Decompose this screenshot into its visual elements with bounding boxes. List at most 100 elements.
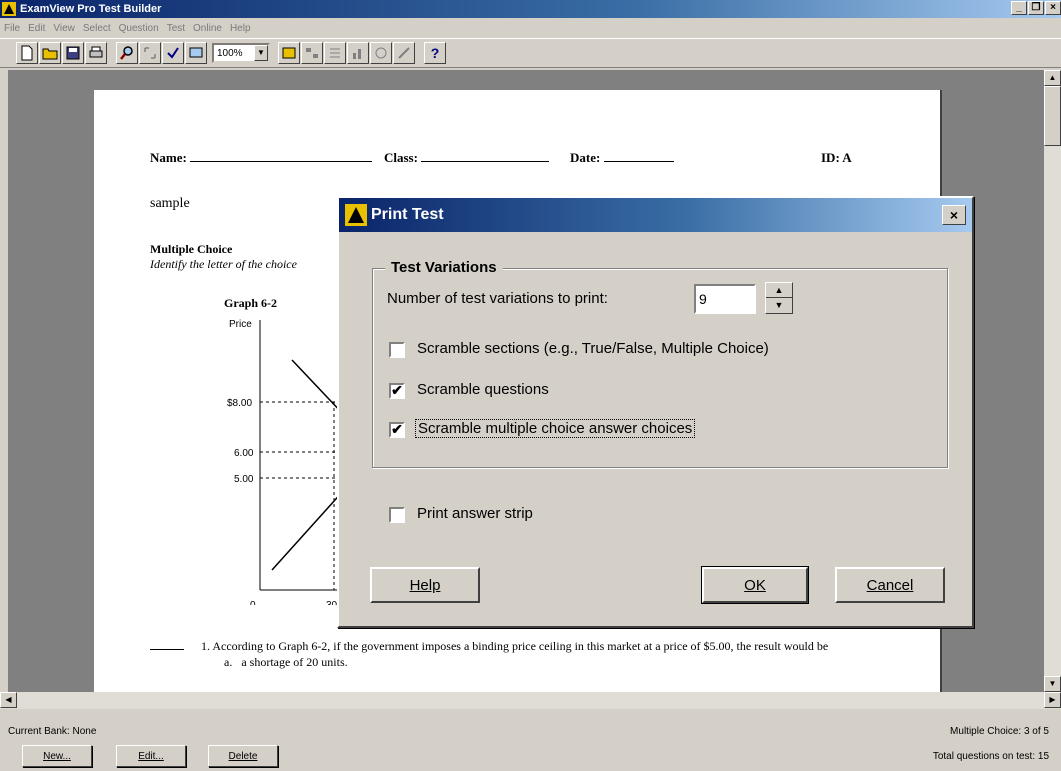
restore-button[interactable]: ❐ xyxy=(1028,1,1044,15)
scramble-choices-checkbox[interactable]: ✔ xyxy=(389,422,405,438)
toolbar: 100% ▼ ? xyxy=(0,38,1061,68)
menu-test[interactable]: Test xyxy=(167,23,185,34)
open-folder-icon xyxy=(42,48,58,60)
new-document-icon xyxy=(21,45,33,61)
spellcheck-icon xyxy=(167,47,179,59)
variations-stepper[interactable]: ▲ ▼ xyxy=(765,282,793,314)
order-button[interactable] xyxy=(324,42,346,64)
name-field: Name: xyxy=(150,150,373,166)
new-question-button[interactable]: New... xyxy=(22,745,92,767)
class-field: Class: xyxy=(384,150,550,166)
zoom-icon xyxy=(375,47,387,59)
app-title-bar: ExamView Pro Test Builder _ ❐ × xyxy=(0,0,1061,18)
dialog-close-button[interactable]: × xyxy=(942,205,966,225)
question-1-text: According to Graph 6-2, if the governmen… xyxy=(212,639,829,653)
dialog-title: Print Test xyxy=(371,206,444,223)
order-lines-icon xyxy=(330,48,340,58)
tools-button[interactable] xyxy=(393,42,415,64)
bottom-panel: Current Bank: None Multiple Choice: 3 of… xyxy=(0,709,1061,771)
save-button[interactable] xyxy=(62,42,84,64)
save-disk-icon xyxy=(66,46,80,60)
scroll-up-icon[interactable]: ▲ xyxy=(1044,70,1061,86)
preview-button[interactable] xyxy=(185,42,207,64)
multiple-choice-count: Multiple Choice: 3 of 5 xyxy=(950,726,1049,737)
y-axis-label: Price xyxy=(229,319,252,330)
variations-label: Number of test variations to print: xyxy=(387,290,608,307)
section-instructions: Identify the letter of the choice xyxy=(150,257,297,271)
new-document-button[interactable] xyxy=(16,42,38,64)
magnifier-icon xyxy=(120,46,133,60)
screen-preview-icon xyxy=(189,47,203,58)
y-tick-8: $8.00 xyxy=(227,398,252,409)
menu-select[interactable]: Select xyxy=(83,23,111,34)
zoom-value: 100% xyxy=(217,47,243,59)
minimize-button[interactable]: _ xyxy=(1011,1,1027,15)
printer-icon xyxy=(89,46,103,58)
question-1: 1. According to Graph 6-2, if the govern… xyxy=(150,638,930,670)
examview-logo-icon xyxy=(2,2,16,16)
print-button[interactable] xyxy=(85,42,107,64)
arrow-up-icon[interactable]: ▲ xyxy=(766,283,792,298)
answer-strip-checkbox[interactable] xyxy=(389,507,405,523)
test-title: sample xyxy=(150,196,190,211)
spellcheck-button[interactable] xyxy=(162,42,184,64)
question-list-button[interactable] xyxy=(278,42,300,64)
chevron-down-icon[interactable]: ▼ xyxy=(254,45,268,61)
tools-icon xyxy=(398,47,410,59)
x-tick-30: 30 xyxy=(326,600,338,605)
cancel-button[interactable]: Cancel xyxy=(835,567,945,603)
scroll-left-icon[interactable]: ◀ xyxy=(0,692,17,708)
menu-question[interactable]: Question xyxy=(119,23,159,34)
print-test-dialog: Print Test × Test Variations Number of t… xyxy=(337,196,974,628)
check-mark-icon: ✔ xyxy=(391,382,403,398)
scramble-questions-label: Scramble questions xyxy=(417,381,549,398)
scramble-questions-checkbox[interactable]: ✔ xyxy=(389,383,405,399)
scroll-right-icon[interactable]: ▶ xyxy=(1044,692,1061,708)
scroll-down-icon[interactable]: ▼ xyxy=(1044,676,1061,692)
menu-help[interactable]: Help xyxy=(230,23,251,34)
delete-question-button[interactable]: Delete xyxy=(208,745,278,767)
help-toolbar-button[interactable]: ? xyxy=(424,42,446,64)
edit-question-button[interactable]: Edit... xyxy=(116,745,186,767)
answer-strip-label: Print answer strip xyxy=(417,505,533,522)
sections-icon xyxy=(306,48,318,58)
list-icon xyxy=(282,47,296,59)
dialog-title-bar: Print Test xyxy=(339,198,972,232)
total-questions-status: Total questions on test: 15 xyxy=(932,751,1049,762)
menu-view[interactable]: View xyxy=(53,23,75,34)
find-button[interactable] xyxy=(116,42,138,64)
test-id: ID: A xyxy=(821,150,852,165)
scramble-choices-label: Scramble multiple choice answer choices xyxy=(415,419,696,438)
scroll-thumb[interactable] xyxy=(1044,86,1061,146)
y-tick-0: 0 xyxy=(250,600,256,605)
question-1-option-a: a shortage of 20 units. xyxy=(241,655,348,669)
date-field: Date: xyxy=(570,150,674,166)
section-title: Multiple Choice xyxy=(150,242,233,256)
statistics-button[interactable] xyxy=(347,42,369,64)
help-question-icon: ? xyxy=(430,45,440,61)
menu-online[interactable]: Online xyxy=(193,23,222,34)
arrow-down-icon[interactable]: ▼ xyxy=(766,298,792,313)
menu-bar: File Edit View Select Question Test Onli… xyxy=(0,18,1061,38)
zoom-tool-button[interactable] xyxy=(370,42,392,64)
close-window-button[interactable]: × xyxy=(1045,1,1061,15)
menu-file[interactable]: File xyxy=(4,23,20,34)
open-button[interactable] xyxy=(39,42,61,64)
y-tick-6: 6.00 xyxy=(234,448,254,459)
select-button[interactable] xyxy=(139,42,161,64)
help-button[interactable]: Help xyxy=(370,567,480,603)
zoom-select[interactable]: 100% ▼ xyxy=(212,43,270,63)
ok-button[interactable]: OK xyxy=(701,566,809,604)
sections-button[interactable] xyxy=(301,42,323,64)
examview-logo-icon xyxy=(345,204,367,226)
variations-input[interactable]: 9 xyxy=(694,284,756,314)
scramble-sections-checkbox[interactable] xyxy=(389,342,405,358)
select-arrows-icon xyxy=(144,47,156,59)
y-tick-5: 5.00 xyxy=(234,474,254,485)
menu-edit[interactable]: Edit xyxy=(28,23,45,34)
graph-title: Graph 6-2 xyxy=(224,296,278,310)
chart-icon xyxy=(353,49,361,59)
scramble-sections-label: Scramble sections (e.g., True/False, Mul… xyxy=(417,340,769,357)
horizontal-scrollbar[interactable]: ◀ ▶ xyxy=(0,692,1061,709)
vertical-scrollbar[interactable]: ▲ ▼ xyxy=(1044,70,1061,692)
